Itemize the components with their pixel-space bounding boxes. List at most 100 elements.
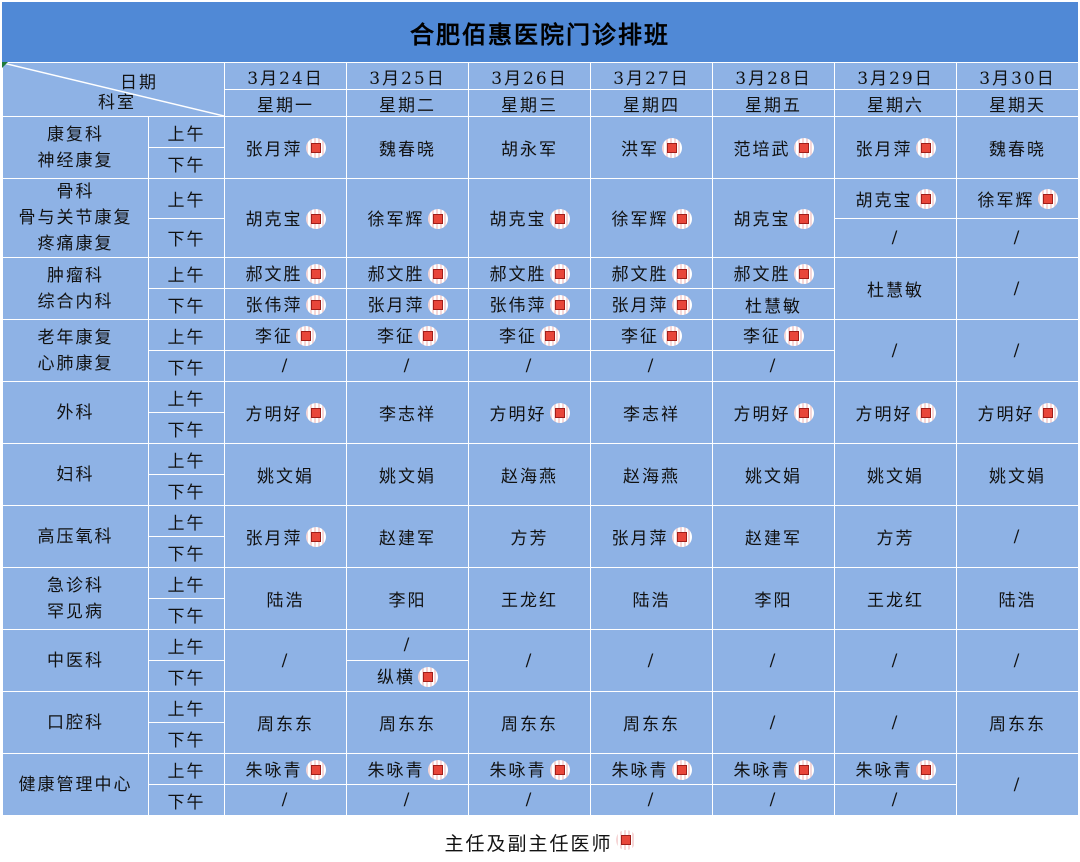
session-pm: 下午 <box>148 784 225 816</box>
doctor-name: 王龙红 <box>867 591 924 611</box>
department-line: 急诊科 <box>47 575 104 596</box>
chief-physician-mark-icon <box>427 208 448 229</box>
schedule-cell: 李阳 <box>346 567 469 630</box>
header-corner: 日期 科室 <box>2 62 225 117</box>
doctor-name: 郝文胜 <box>611 265 669 286</box>
table-row: 中医科 上午 / / / / / / / <box>2 629 1079 692</box>
doctor-name: / <box>891 712 900 733</box>
doctor-name: 张月萍 <box>245 139 303 160</box>
session-am: 上午 <box>148 178 225 219</box>
doctor-name: 姚文娟 <box>257 467 314 487</box>
schedule-cell-pm: 杜慧敏 <box>712 288 835 320</box>
doctor-name: 郝文胜 <box>367 265 425 286</box>
chief-physician-mark-icon <box>418 325 438 346</box>
schedule-cell: 周东东 <box>468 691 591 754</box>
date-header: 3月30日 <box>956 62 1079 90</box>
chief-physician-mark-icon <box>549 208 570 229</box>
doctor-name: / <box>769 712 778 733</box>
doctor-name: 李征 <box>377 327 415 348</box>
doctor-name: 姚文娟 <box>379 467 436 487</box>
schedule-cell-pm: 张伟萍 <box>224 288 347 320</box>
doctor-name: 朱咏青 <box>733 761 791 782</box>
session-am: 上午 <box>148 567 225 599</box>
doctor-name: 李征 <box>499 327 537 348</box>
doctor-name: / <box>891 650 900 671</box>
department-name: 中医科 <box>2 629 149 692</box>
schedule-cell: 王龙红 <box>468 567 591 630</box>
page-title: 合肥佰惠医院门诊排班 <box>2 2 1078 63</box>
chief-physician-mark-icon <box>305 138 326 159</box>
chief-physician-mark-icon <box>427 759 448 780</box>
doctor-name: 朱咏青 <box>245 761 303 782</box>
schedule-cell-pm: / <box>712 784 835 816</box>
schedule-cell: 徐军辉 <box>346 178 469 258</box>
schedule-cell-am: 郝文胜 <box>346 257 469 289</box>
doctor-name: 方明好 <box>245 404 303 425</box>
chief-physician-mark-icon <box>305 294 326 315</box>
doctor-name: / <box>525 790 534 810</box>
doctor-name: / <box>281 650 290 671</box>
schedule-cell: / <box>468 629 591 692</box>
table-row: 骨科 骨与关节康复 疼痛康复 上午 胡克宝 徐军辉 胡克宝 徐军辉 胡克宝 胡克宝 徐军辉 <box>2 178 1079 258</box>
doctor-name: 胡克宝 <box>489 210 547 231</box>
schedule-cell: 周东东 <box>590 691 713 754</box>
schedule-cell: 张月萍 <box>224 505 347 568</box>
chief-physician-mark-icon <box>671 208 692 229</box>
chief-physician-mark-icon <box>549 263 570 284</box>
schedule-cell: 洪军 <box>590 116 713 179</box>
session-pm: 下午 <box>148 660 225 692</box>
doctor-name: 杜慧敏 <box>867 281 924 301</box>
schedule-cell-pm: / <box>590 784 713 816</box>
department-name: 骨科 骨与关节康复 疼痛康复 <box>2 178 149 258</box>
schedule-cell: 姚文娟 <box>346 443 469 506</box>
doctor-name: / <box>891 790 900 810</box>
doctor-name: 张月萍 <box>367 296 425 317</box>
schedule-cell: 魏春晓 <box>956 116 1079 179</box>
schedule-cell: 方芳 <box>834 505 957 568</box>
schedule-cell-pm: / <box>468 784 591 816</box>
chief-physician-mark-icon <box>662 138 682 159</box>
chief-physician-mark-icon <box>671 527 692 548</box>
department-line: 老年康复 <box>37 327 114 348</box>
schedule-cell: / <box>956 319 1079 382</box>
doctor-name: 杜慧敏 <box>745 296 802 317</box>
schedule-cell: 周东东 <box>346 691 469 754</box>
table-row: 康复科 神经康复 上午 张月萍 魏春晓 胡永军 洪军 范培武 张月萍 魏春晓 <box>2 116 1079 179</box>
schedule-cell: 方芳 <box>468 505 591 568</box>
doctor-name: 方明好 <box>977 404 1035 425</box>
chief-physician-mark-icon <box>615 830 636 850</box>
department-line: 综合内科 <box>37 291 114 312</box>
doctor-name: 方明好 <box>489 404 547 425</box>
doctor-name: / <box>1013 650 1022 671</box>
schedule-cell: 方明好 <box>712 381 835 444</box>
session-pm: 下午 <box>148 288 225 320</box>
doctor-name: / <box>1013 340 1022 361</box>
doctor-name: / <box>403 635 412 655</box>
session-am: 上午 <box>148 116 225 148</box>
chief-physician-mark-icon <box>549 759 570 780</box>
doctor-name: 赵建军 <box>745 529 802 549</box>
department-name: 高压氧科 <box>2 505 149 568</box>
table-row: 老年康复 心肺康复 上午 李征 李征 李征 李征 李征 / / <box>2 319 1079 382</box>
doctor-name: 郝文胜 <box>733 265 791 286</box>
schedule-cell-pm: / <box>346 350 469 382</box>
table-row: 外科 上午 方明好 李志祥 方明好 李志祥 方明好 方明好 方明好 <box>2 381 1079 444</box>
doctor-name: / <box>1013 526 1022 547</box>
doctor-name: 赵建军 <box>379 529 436 549</box>
doctor-name: 方芳 <box>510 529 549 549</box>
date-header: 3月29日 <box>834 62 957 90</box>
schedule-cell: 胡克宝 <box>712 178 835 258</box>
doctor-name: 胡克宝 <box>733 210 791 231</box>
doctor-name: 赵海燕 <box>623 467 680 487</box>
schedule-cell: 徐军辉 <box>590 178 713 258</box>
schedule-cell: / <box>712 629 835 692</box>
doctor-name: 张月萍 <box>611 528 669 549</box>
schedule-cell-am: 朱咏青 <box>468 753 591 785</box>
schedule-cell-pm: 张月萍 <box>346 288 469 320</box>
session-pm: 下午 <box>148 722 225 754</box>
chief-physician-mark-icon <box>1037 403 1058 424</box>
doctor-name: 张月萍 <box>611 296 669 317</box>
doctor-name: 周东东 <box>257 715 314 735</box>
legend: 主任及副主任医师 <box>0 823 1080 861</box>
doctor-name: 方明好 <box>855 404 913 425</box>
